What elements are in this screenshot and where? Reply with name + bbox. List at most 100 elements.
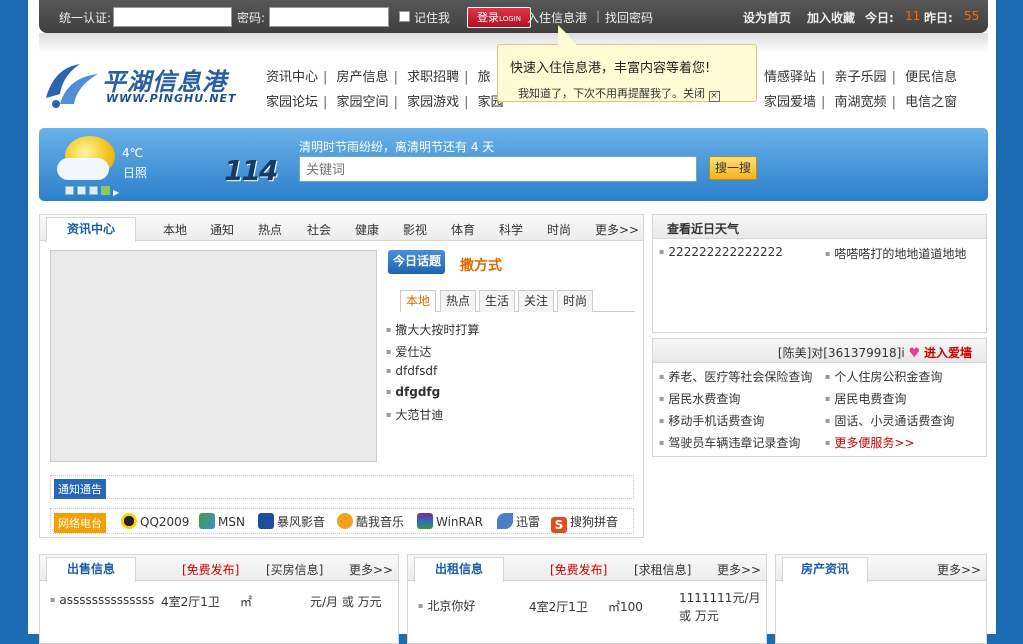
rent-row-name[interactable]: 北京你好 [418, 597, 475, 614]
buy-info-link[interactable]: [买房信息] [266, 561, 323, 578]
news-tab[interactable]: 热点 [258, 221, 282, 238]
play-icon[interactable]: ▶ [113, 188, 119, 197]
app-winrar[interactable]: WinRAR [417, 513, 483, 529]
service-item[interactable]: 居民电费查询 [825, 390, 906, 407]
rent-more-link[interactable]: 更多>> [717, 561, 761, 578]
news-item[interactable]: 大范甘迪 [386, 406, 443, 423]
rent-row-price: 1111111元/月 [679, 591, 761, 605]
dot[interactable] [101, 186, 110, 195]
app-kuwo[interactable]: 酷我音乐 [337, 513, 404, 530]
news-tabs: 资讯中心 本地 通知 热点 社会 健康 影视 体育 科学 时尚 更多>> [40, 215, 643, 242]
service-item[interactable]: 养老、医疗等社会保险查询 [659, 368, 812, 385]
weather-item[interactable]: 嗒嗒嗒打的地地道道地地 [825, 245, 966, 262]
nav-item[interactable]: 亲子乐园 [835, 70, 887, 85]
tooltip-message: 快速入住信息港，丰富内容等着您! [510, 61, 711, 76]
app-label: 搜狗拼音 [570, 515, 619, 529]
news-item[interactable]: 撒大大按时打算 [386, 321, 479, 338]
password-input[interactable] [269, 7, 389, 27]
dot[interactable] [77, 186, 86, 195]
news-tab[interactable]: 体育 [451, 221, 475, 238]
search-input[interactable] [299, 156, 697, 182]
more-services-link[interactable]: 更多便服务>> [825, 434, 914, 451]
nav-item[interactable]: 资讯中心 [266, 70, 318, 85]
app-qq[interactable]: QQ2009 [121, 513, 189, 529]
news-tab[interactable]: 社会 [307, 221, 331, 238]
news-tab[interactable]: 通知 [210, 221, 234, 238]
news-tab[interactable]: 本地 [163, 221, 187, 238]
app-baofeng[interactable]: 暴风影音 [258, 513, 325, 530]
login-button-label: 登录 [477, 11, 500, 24]
hotline-114: 114 [224, 154, 278, 187]
free-post-link[interactable]: [免费发布] [550, 561, 607, 578]
news-tab[interactable]: 健康 [355, 221, 379, 238]
today-count: 11 [905, 9, 921, 23]
news-subtabs: 本地 热点 生活 关注 时尚 [400, 290, 635, 312]
subtab[interactable]: 关注 [518, 290, 555, 312]
subtab[interactable]: 热点 [440, 290, 477, 312]
find-password-link[interactable]: 找回密码 [605, 9, 653, 26]
nav-item[interactable]: 求职招聘 [407, 70, 459, 85]
app-msn[interactable]: MSN [199, 513, 245, 529]
app-xunlei[interactable]: 迅雷 [497, 513, 540, 530]
nav-item[interactable]: 房产信息 [337, 70, 389, 85]
join-link[interactable]: 入住信息港 [527, 9, 587, 26]
rent-tabs: 出租信息 [免费发布] [求租信息] 更多>> [408, 555, 766, 582]
weather-box: 查看近日天气 222222222222222 嗒嗒嗒打的地地道道地地 [652, 214, 987, 333]
close-icon[interactable]: × [708, 91, 720, 102]
password-label: 密码: [237, 11, 266, 25]
news-image[interactable] [50, 250, 377, 462]
nav-item[interactable]: 家园论坛 [266, 95, 318, 110]
today-topic-title[interactable]: 撒方式 [460, 255, 502, 275]
house-more-link[interactable]: 更多>> [937, 561, 981, 578]
news-item[interactable]: 爱仕达 [386, 343, 431, 360]
love-wall-link[interactable]: 进入爱墙 [924, 346, 972, 360]
news-tab[interactable]: 影视 [403, 221, 427, 238]
nav-item[interactable]: 家园游戏 [407, 95, 459, 110]
service-item[interactable]: 驾驶员车辆违章记录查询 [659, 434, 800, 451]
news-tab[interactable]: 时尚 [547, 221, 571, 238]
house-news-box: 房产资讯 更多>> [775, 554, 987, 644]
add-favorite-link[interactable]: 加入收藏 [807, 9, 855, 26]
site-logo[interactable]: 平湖信息港 WWW.PINGHU.NET [40, 60, 240, 110]
nav-item[interactable]: 南湖宽频 [835, 95, 887, 110]
sale-row-name[interactable]: assssssssssssss [50, 593, 154, 607]
sale-more-link[interactable]: 更多>> [349, 561, 393, 578]
username-input[interactable] [113, 7, 232, 27]
set-home-link[interactable]: 设为首页 [743, 9, 791, 26]
subtab[interactable]: 生活 [479, 290, 516, 312]
news-more-link[interactable]: 更多>> [595, 221, 639, 238]
tooltip-dismiss-link[interactable]: 我知道了，下次不用再提醒我了。关闭 × [518, 85, 720, 102]
weather-item[interactable]: 222222222222222 [659, 245, 783, 259]
app-sogou[interactable]: S 搜狗拼音 [551, 513, 618, 533]
tab-rent[interactable]: 出租信息 [414, 557, 504, 582]
nav-item[interactable]: 电信之窗 [905, 95, 957, 110]
login-button[interactable]: 登录LOGIN [467, 7, 531, 28]
nav-item[interactable]: 家园爱墙 [764, 95, 816, 110]
news-tab[interactable]: 科学 [499, 221, 523, 238]
nav-item[interactable]: 家园空间 [337, 95, 389, 110]
love-wall-bar: [陈美]对[361379918]i ♥ 进入爱墙 [653, 339, 986, 363]
service-item[interactable]: 个人住房公积金查询 [825, 368, 942, 385]
app-label: 暴风影音 [277, 515, 326, 529]
subtab[interactable]: 本地 [400, 290, 437, 312]
subtab[interactable]: 时尚 [557, 290, 594, 312]
search-button[interactable]: 搜一搜 [709, 156, 757, 180]
nav-item[interactable]: 情感驿站 [764, 70, 816, 85]
news-item[interactable]: dfgdfg [386, 385, 440, 399]
tab-house-news[interactable]: 房产资讯 [782, 557, 868, 582]
dot[interactable] [89, 186, 98, 195]
search-bar: 4℃ 日照 ▶ 114 清明时节雨纷纷，离清明节还有 4 天 搜一搜 [39, 128, 988, 201]
news-item[interactable]: dfdfsdf [386, 364, 437, 378]
remember-checkbox[interactable] [399, 11, 410, 22]
service-item[interactable]: 固话、小灵通话费查询 [825, 412, 954, 429]
tab-news-center[interactable]: 资讯中心 [46, 217, 136, 242]
nav-item[interactable]: 旅 [478, 70, 491, 85]
seek-rent-link[interactable]: [求租信息] [634, 561, 691, 578]
dot[interactable] [65, 186, 74, 195]
free-post-link[interactable]: [免费发布] [182, 561, 239, 578]
nav-item[interactable]: 便民信息 [905, 70, 957, 85]
tab-sale[interactable]: 出售信息 [46, 557, 136, 582]
service-item[interactable]: 居民水费查询 [659, 390, 740, 407]
weather-switcher[interactable]: ▶ [65, 184, 119, 198]
service-item[interactable]: 移动手机话费查询 [659, 412, 764, 429]
